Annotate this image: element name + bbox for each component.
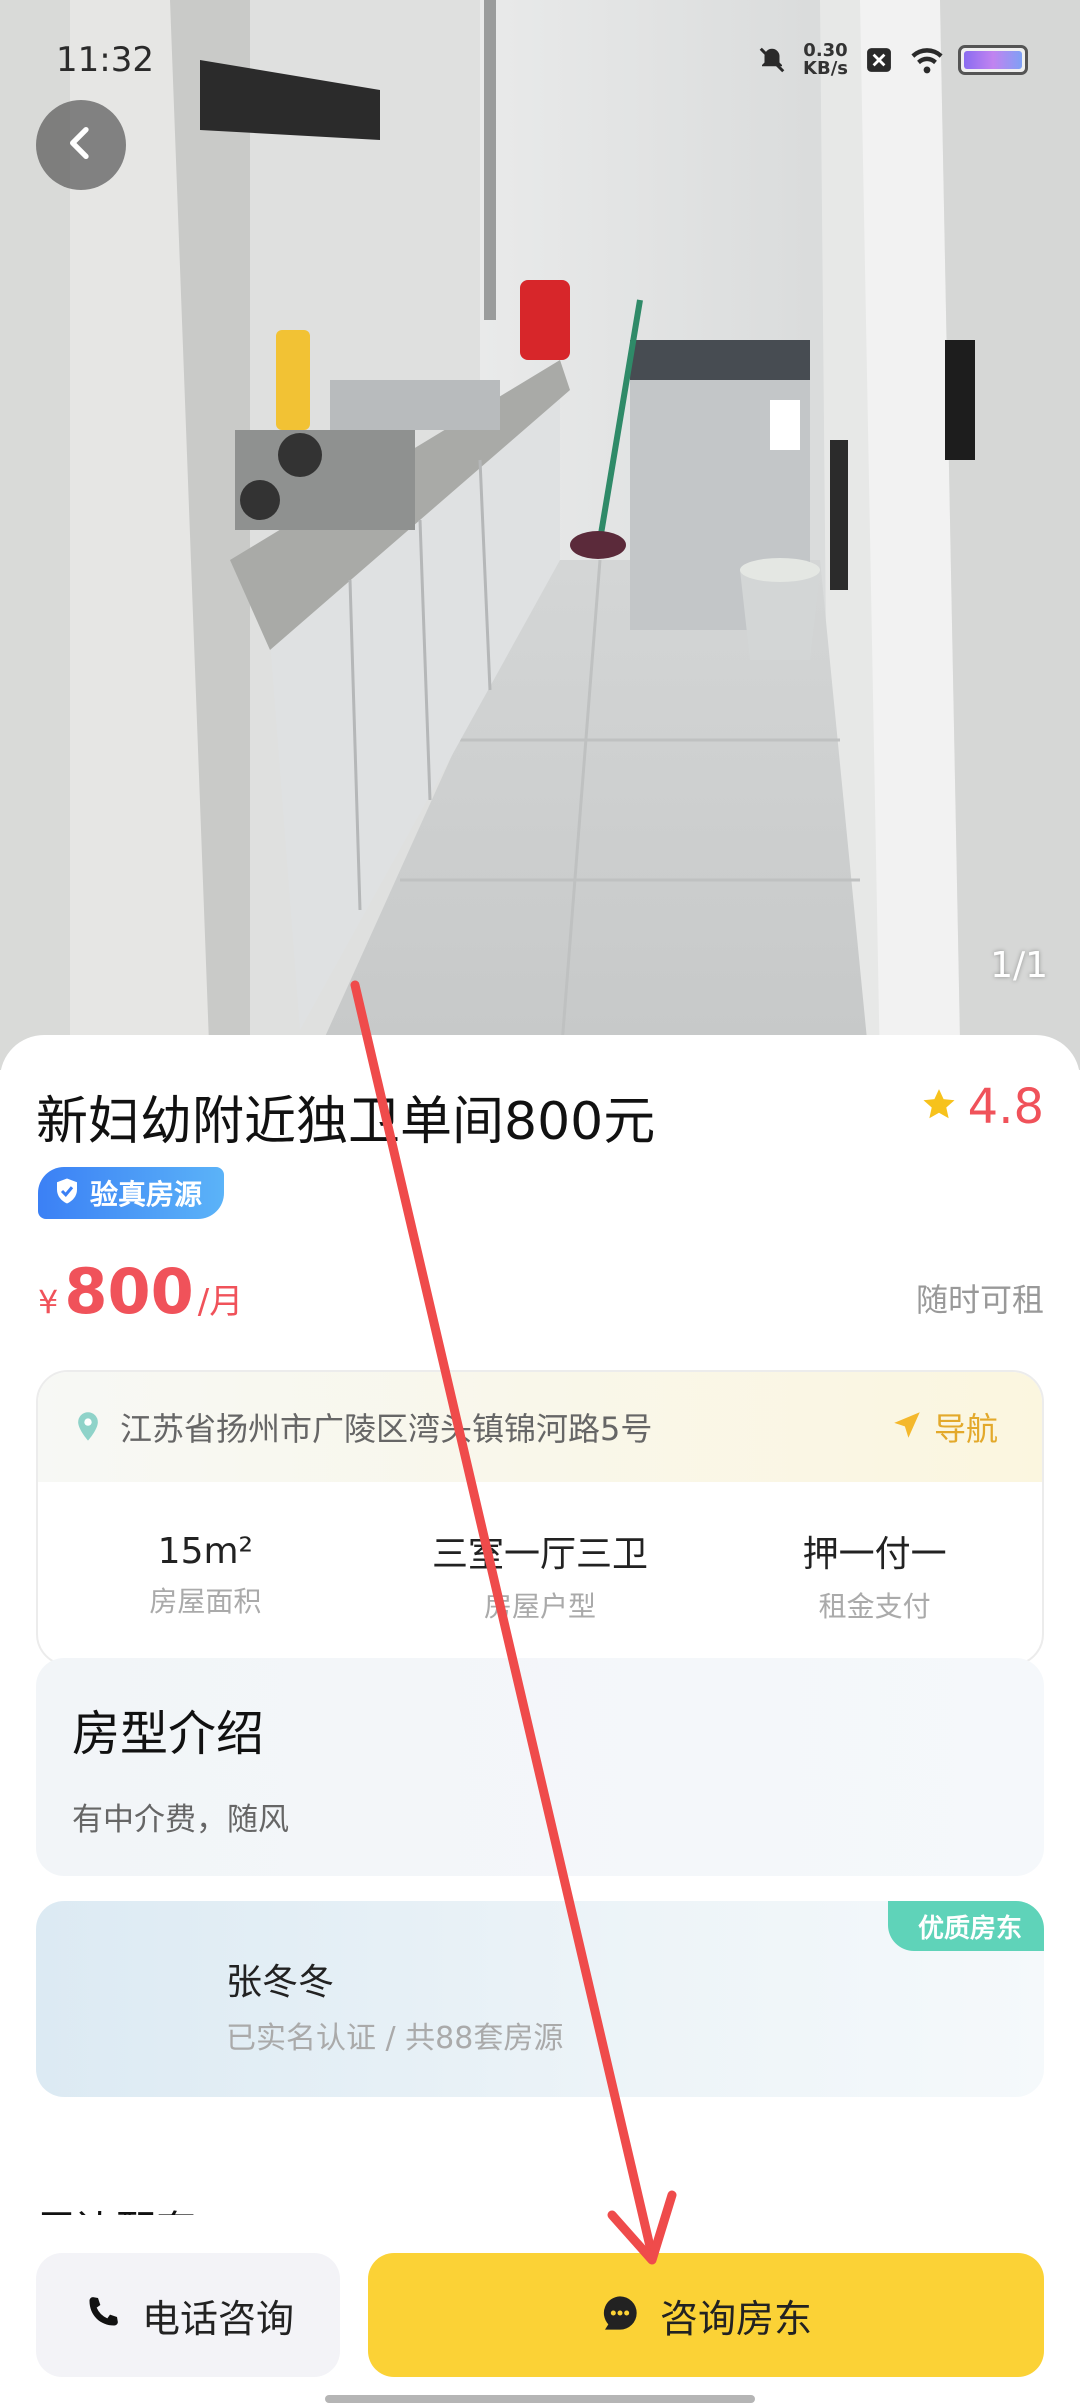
listing-detail-page: 11:32 0.30 KB/s 1/1 新妇幼附近独卫单间800元 4.8 验真… [0,0,1080,2408]
back-button[interactable] [36,100,126,190]
battery-icon [958,45,1028,75]
price: ¥ 800 /月 [38,1255,243,1328]
stat-value: 押一付一 [802,1534,947,1575]
chevron-left-icon [61,123,101,167]
rating: 4.8 [920,1079,1044,1135]
price-currency: ¥ [38,1283,59,1321]
quality-landlord-badge: 优质房东 [887,1901,1044,1951]
verified-label: 验真房源 [90,1178,203,1211]
contact-landlord-button[interactable]: 咨询房东 [368,2253,1044,2377]
verified-badge: 验真房源 [38,1167,225,1219]
room-intro-card: 房型介绍 有中介费，随风 [36,1658,1044,1876]
listing-photo[interactable] [0,0,1080,1070]
rating-value: 4.8 [967,1079,1044,1135]
phone-consult-button[interactable]: 电话咨询 [36,2253,340,2377]
quality-badge-label: 优质房东 [917,1913,1022,1944]
image-counter: 1/1 [990,945,1048,986]
info-card: 江苏省扬州市广陵区湾头镇锦河路5号 导航 15m² 房屋面积 三室一厅三卫 房屋… [36,1370,1044,1666]
price-unit: /月 [197,1282,244,1322]
bell-off-icon [755,43,789,77]
listing-title: 新妇幼附近独卫单间800元 [36,1092,656,1152]
status-icons: 0.30 KB/s [755,42,1028,78]
star-icon [920,1086,958,1128]
avatar [78,1949,186,2057]
stat-value: 三室一厅三卫 [432,1534,649,1575]
status-time: 11:32 [56,40,154,80]
location-pin-icon [70,1409,106,1445]
phone-consult-label: 电话咨询 [141,2296,294,2341]
stats-row: 15m² 房屋面积 三室一厅三卫 房屋户型 押一付一 租金支付 [38,1482,1042,1664]
landlord-description: 已实名认证 / 共88套房源 [226,2021,564,2056]
stat-area: 15m² 房屋面积 [38,1482,373,1664]
availability-status: 随时可租 [915,1281,1044,1319]
status-bar: 11:32 0.30 KB/s [0,0,1080,120]
stat-layout: 三室一厅三卫 房屋户型 [373,1482,708,1664]
navigation-label: 导航 [933,1410,998,1448]
room-intro-text: 有中介费，随风 [72,1802,289,1838]
stat-label: 房屋户型 [484,1590,597,1623]
address-row: 江苏省扬州市广陵区湾头镇锦河路5号 导航 [38,1372,1042,1482]
chat-bubble-icon [600,2293,640,2337]
landlord-card[interactable]: 张冬冬 已实名认证 / 共88套房源 优质房东 [36,1901,1044,2097]
listing-content: 新妇幼附近独卫单间800元 4.8 验真房源 ¥ 800 /月 随时可租 江苏省… [0,1035,1080,2408]
network-speed: 0.30 KB/s [803,40,848,79]
stat-label: 租金支付 [818,1590,931,1623]
bottom-action-bar: 电话咨询 咨询房东 [0,2215,1080,2408]
wifi-icon [910,43,944,77]
close-box-icon [862,43,896,77]
landlord-name: 张冬冬 [226,1962,335,2003]
stat-label: 房屋面积 [149,1584,262,1618]
home-indicator [325,2395,755,2403]
address-text: 江苏省扬州市广陵区湾头镇锦河路5号 [120,1410,653,1448]
navigation-arrow-icon [890,1408,924,1446]
room-intro-title: 房型介绍 [72,1706,265,1762]
navigation-button[interactable]: 导航 [890,1404,998,1450]
price-value: 800 [64,1255,194,1328]
phone-icon [82,2293,122,2337]
stat-value: 15m² [157,1530,253,1572]
stat-payment: 押一付一 租金支付 [707,1482,1042,1664]
kitchen-photo-illustration [0,0,1080,1070]
shield-check-icon [52,1176,82,1210]
contact-landlord-label: 咨询房东 [659,2296,812,2341]
